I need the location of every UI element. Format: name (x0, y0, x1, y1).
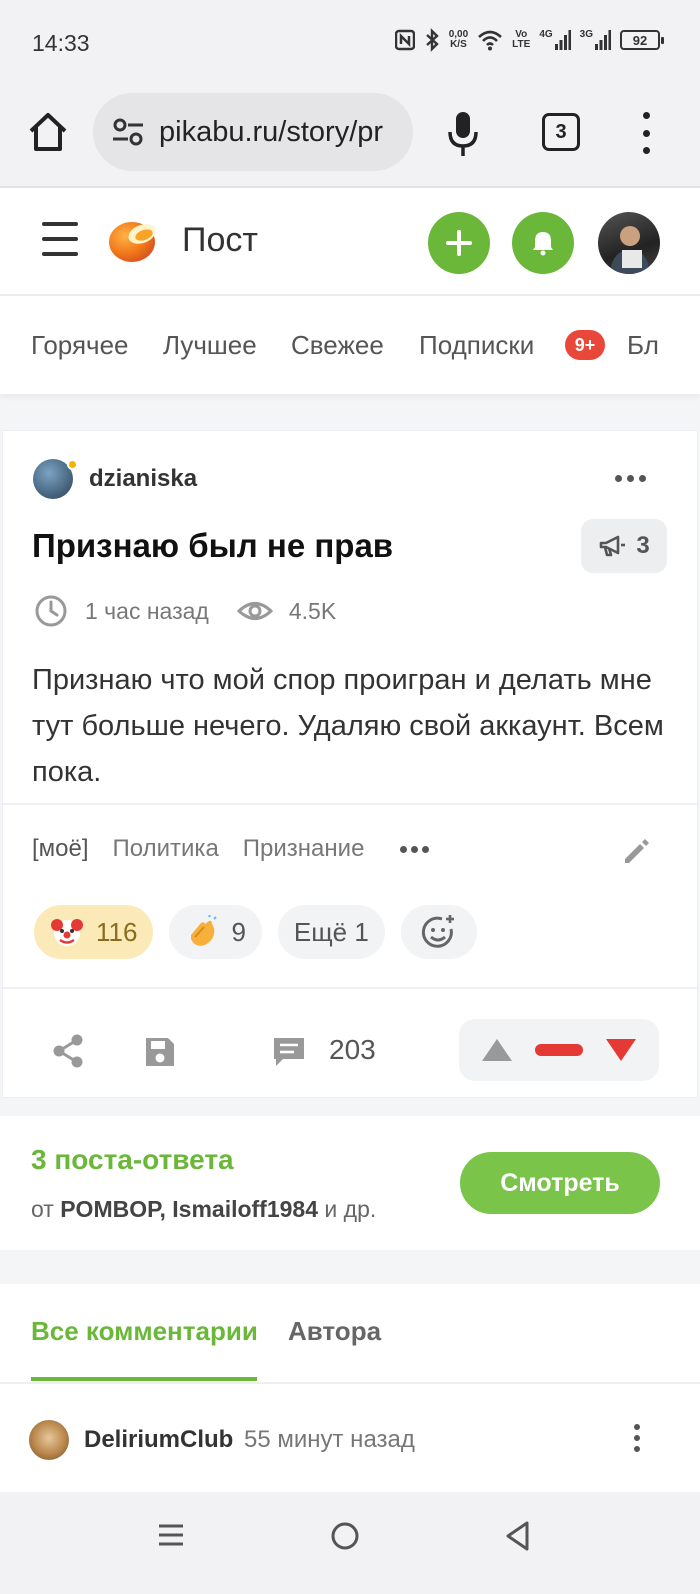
post-title[interactable]: Признаю был не прав (32, 527, 393, 565)
wifi-icon (478, 30, 503, 51)
tab-hot[interactable]: Горячее (31, 330, 129, 361)
post-body-text: Признаю что мой спор проигран и делать м… (32, 664, 664, 788)
bell-icon (533, 232, 553, 256)
battery-icon: 92 (620, 30, 664, 50)
notifications-button[interactable] (512, 212, 574, 274)
share-icon[interactable] (51, 1033, 85, 1069)
post-meta: 1 час назад 4.5K (33, 593, 336, 629)
shout-count: 3 (636, 532, 650, 559)
response-authors: от POMBOP, Ismailoff1984 и др. (31, 1196, 377, 1222)
comment-author[interactable]: DeliriumClub (84, 1426, 233, 1454)
system-navigation-bar (0, 1492, 700, 1594)
tab-blogs[interactable]: Бл (627, 330, 659, 361)
upvote-icon[interactable] (480, 1037, 514, 1063)
user-avatar[interactable] (598, 212, 660, 274)
page-title: Пост (182, 221, 258, 259)
browser-toolbar: pikabu.ru/story/pr 3 (0, 88, 700, 188)
more-tags-icon[interactable] (400, 845, 430, 853)
nfc-icon (394, 29, 415, 51)
post-time: 1 час назад (85, 597, 209, 624)
site-settings-icon[interactable] (111, 115, 145, 149)
address-bar[interactable]: pikabu.ru/story/pr (93, 93, 413, 171)
status-icons: 0,00 K/S Vo LTE 4G 3G 92 (394, 28, 664, 52)
comment-icon[interactable] (271, 1035, 307, 1069)
tag-item[interactable]: Политика (113, 835, 219, 863)
tab-switcher-button[interactable]: 3 (542, 113, 580, 151)
reactions-bar: 116 9 Ещё 1 (34, 905, 477, 959)
tag-list: [моё] Политика Признание (32, 835, 430, 863)
hamburger-menu-icon[interactable] (42, 222, 78, 256)
reaction-clap[interactable]: 9 (169, 905, 262, 959)
plus-icon (446, 230, 472, 256)
pencil-icon[interactable] (621, 837, 651, 867)
tab-all-comments[interactable]: Все комментарии (31, 1316, 258, 1347)
status-bar: 14:33 0,00 K/S Vo LTE 4G 3G 92 (0, 0, 700, 88)
clown-emoji-icon (51, 919, 83, 946)
tab-fresh[interactable]: Свежее (291, 330, 384, 361)
view-responses-button[interactable]: Смотреть (460, 1152, 660, 1214)
divider (3, 987, 697, 989)
author-name[interactable]: dzianiska (89, 465, 197, 493)
home-circle-icon[interactable] (329, 1520, 361, 1552)
reaction-clown[interactable]: 116 (34, 905, 154, 959)
add-reaction-button[interactable] (400, 905, 477, 959)
rating-neutral-indicator (534, 1044, 583, 1056)
subscriptions-badge: 9+ (565, 330, 605, 360)
megaphone-icon (600, 535, 626, 557)
comment-more-icon[interactable] (634, 1424, 640, 1452)
active-tab-indicator (31, 1377, 257, 1381)
divider (0, 1382, 700, 1384)
post-actions: 203 (3, 1005, 697, 1097)
browser-menu-icon[interactable] (640, 112, 652, 154)
vote-widget (459, 1019, 659, 1081)
tag-item[interactable]: Признание (243, 835, 365, 863)
pikabu-logo[interactable] (106, 212, 162, 264)
downvote-icon[interactable] (604, 1037, 638, 1063)
comment-time: 55 минут назад (244, 1426, 415, 1453)
tag-item[interactable]: [моё] (32, 835, 89, 863)
net-speed: 0,00 K/S (448, 29, 469, 50)
tab-best[interactable]: Лучшее (163, 330, 257, 361)
comment-count[interactable]: 203 (329, 1034, 376, 1066)
recent-apps-icon[interactable] (156, 1520, 186, 1550)
home-icon[interactable] (26, 110, 70, 154)
microphone-icon[interactable] (446, 110, 480, 158)
status-time: 14:33 (32, 30, 90, 56)
online-status-dot (67, 459, 78, 470)
post-more-icon[interactable] (615, 475, 646, 482)
tab-subscriptions[interactable]: Подписки (419, 330, 534, 361)
add-post-button[interactable] (428, 212, 490, 274)
response-posts-title[interactable]: 3 поста-ответа (31, 1144, 234, 1176)
clock-icon (35, 595, 67, 627)
response-posts-block: 3 поста-ответа от POMBOP, Ismailoff1984 … (0, 1116, 700, 1250)
save-icon[interactable] (143, 1035, 177, 1069)
add-emoji-icon (421, 915, 454, 948)
more-reactions-button[interactable]: Ещё 1 (277, 905, 385, 959)
url-text: pikabu.ru/story/pr (159, 115, 384, 148)
post-card: dzianiska Признаю был не прав 3 1 час на… (2, 430, 698, 1098)
reaction-count: 9 (231, 916, 246, 947)
volte-indicator: Vo LTE (512, 29, 531, 50)
tab-author-comments[interactable]: Автора (288, 1316, 381, 1347)
shout-button[interactable]: 3 (581, 519, 667, 573)
post-views: 4.5K (288, 597, 337, 624)
comment-avatar[interactable] (29, 1420, 69, 1460)
clapping-hands-emoji-icon (191, 915, 218, 946)
reaction-count: 116 (96, 916, 138, 947)
site-header: Пост (0, 188, 700, 296)
back-icon[interactable] (503, 1520, 533, 1552)
eye-icon (236, 602, 273, 620)
divider (3, 803, 697, 805)
avatar-photo (610, 226, 650, 274)
signal-3g-icon: 3G (580, 30, 611, 50)
feed-tabs: Горячее Лучшее Свежее Подписки 9+ Бл (0, 296, 700, 394)
bluetooth-icon (425, 28, 439, 52)
signal-4g-icon: 4G (539, 30, 571, 50)
